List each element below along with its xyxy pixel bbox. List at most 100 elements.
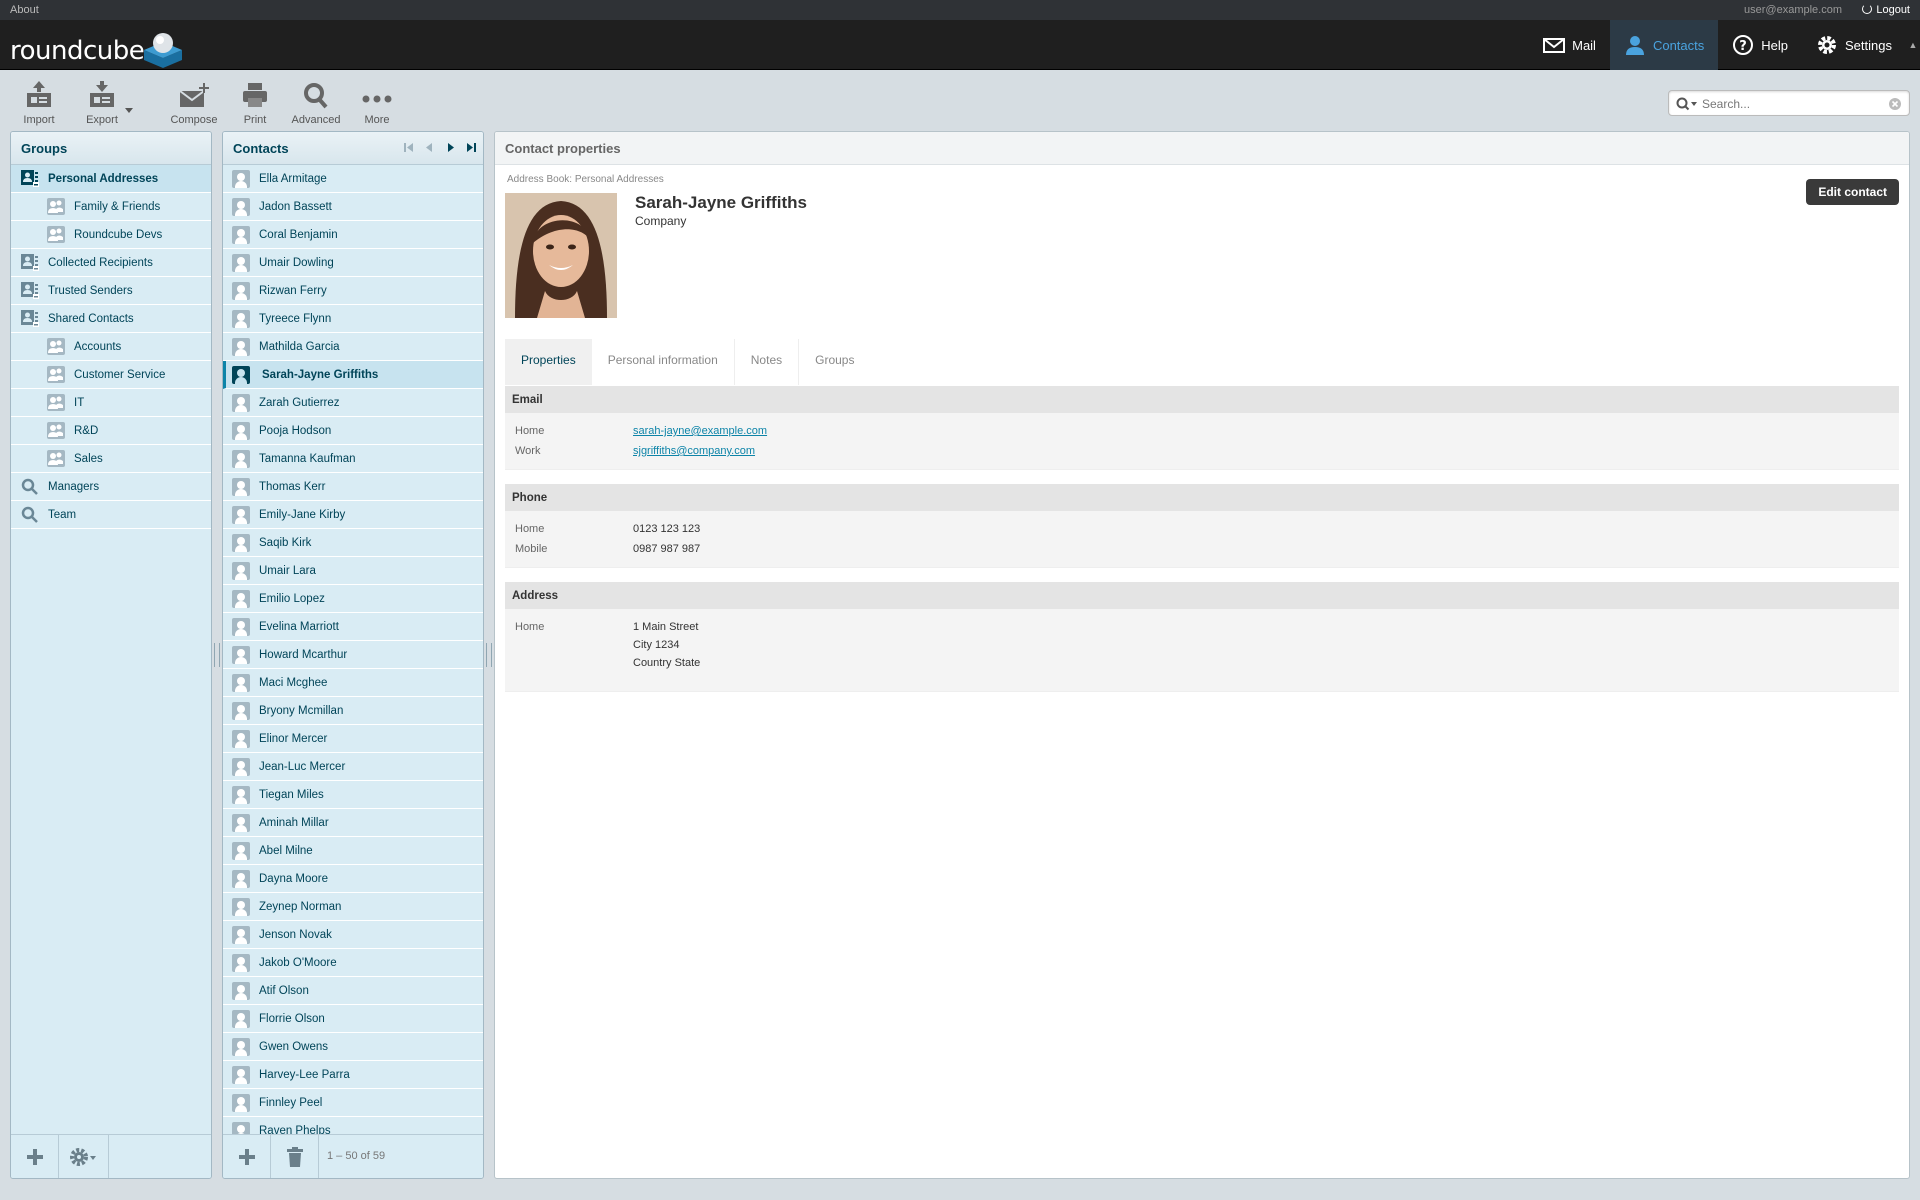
- help-icon: ?: [1733, 35, 1754, 55]
- contact-row[interactable]: Jadon Bassett: [223, 193, 483, 221]
- contact-row[interactable]: Abel Milne: [223, 837, 483, 865]
- address-line-2: City 1234: [633, 639, 680, 651]
- contact-row[interactable]: Tiegan Miles: [223, 781, 483, 809]
- add-group-button[interactable]: [11, 1135, 59, 1178]
- logout-label: Logout: [1876, 4, 1910, 16]
- group-item[interactable]: Customer Service: [11, 361, 211, 389]
- group-item[interactable]: R&D: [11, 417, 211, 445]
- logout-button[interactable]: Logout: [1862, 4, 1910, 16]
- contact-row[interactable]: Zeynep Norman: [223, 893, 483, 921]
- first-page-icon[interactable]: [403, 142, 414, 153]
- contact-name-label: Evelina Marriott: [259, 621, 339, 633]
- search-options-icon[interactable]: [1676, 97, 1698, 111]
- contact-row[interactable]: Howard Mcarthur: [223, 641, 483, 669]
- nav-contacts[interactable]: Contacts: [1609, 20, 1719, 70]
- contact-row[interactable]: Evelina Marriott: [223, 613, 483, 641]
- group-item[interactable]: Team: [11, 501, 211, 529]
- group-item[interactable]: Accounts: [11, 333, 211, 361]
- group-item[interactable]: Shared Contacts: [11, 305, 211, 333]
- more-button[interactable]: More: [352, 81, 402, 126]
- contact-row[interactable]: Gwen Owens: [223, 1033, 483, 1061]
- about-link[interactable]: About: [10, 4, 39, 16]
- contact-row[interactable]: Harvey-Lee Parra: [223, 1061, 483, 1089]
- compose-button[interactable]: Compose: [169, 81, 219, 126]
- last-page-icon[interactable]: [466, 142, 477, 153]
- contact-avatar-icon: [232, 814, 250, 832]
- contact-row[interactable]: Zarah Gutierrez: [223, 389, 483, 417]
- import-button[interactable]: Import: [14, 81, 64, 126]
- group-item-label: R&D: [74, 425, 99, 437]
- more-label: More: [364, 114, 390, 126]
- add-contact-button[interactable]: [223, 1135, 271, 1178]
- contact-row[interactable]: Sarah-Jayne Griffiths: [223, 361, 483, 389]
- contact-row[interactable]: Finnley Peel: [223, 1089, 483, 1117]
- contact-row[interactable]: Florrie Olson: [223, 1005, 483, 1033]
- more-dots-icon: [362, 95, 392, 103]
- group-item[interactable]: Sales: [11, 445, 211, 473]
- contact-row[interactable]: Jakob O'Moore: [223, 949, 483, 977]
- groups-list: Personal Addresses Family & Friends Roundc…: [11, 165, 211, 529]
- contact-row[interactable]: Umair Lara: [223, 557, 483, 585]
- nav-mail[interactable]: Mail: [1529, 20, 1610, 70]
- search-icon: [21, 478, 38, 495]
- contact-row[interactable]: Pooja Hodson: [223, 417, 483, 445]
- contact-row[interactable]: Elinor Mercer: [223, 725, 483, 753]
- contact-avatar-icon: [232, 1066, 250, 1084]
- edit-contact-button[interactable]: Edit contact: [1806, 179, 1899, 205]
- next-page-icon[interactable]: [445, 142, 456, 153]
- tab-personal-information[interactable]: Personal information: [592, 339, 735, 385]
- group-item[interactable]: Collected Recipients: [11, 249, 211, 277]
- advanced-search-button[interactable]: Advanced: [291, 81, 341, 126]
- group-item[interactable]: Personal Addresses: [11, 165, 211, 193]
- contact-row[interactable]: Emily-Jane Kirby: [223, 501, 483, 529]
- clear-search-icon[interactable]: [1888, 97, 1902, 111]
- contact-row[interactable]: Aminah Millar: [223, 809, 483, 837]
- search-input[interactable]: [1702, 95, 1882, 112]
- contact-photo: [505, 193, 617, 318]
- contacts-splitter[interactable]: [486, 643, 492, 667]
- group-item-label: Sales: [74, 453, 103, 465]
- user-email: user@example.com: [1744, 4, 1842, 16]
- contact-row[interactable]: Rizwan Ferry: [223, 277, 483, 305]
- import-icon: [27, 81, 51, 107]
- group-item[interactable]: IT: [11, 389, 211, 417]
- contact-row[interactable]: Atif Olson: [223, 977, 483, 1005]
- group-options-button[interactable]: [59, 1135, 109, 1178]
- prev-page-icon[interactable]: [424, 142, 435, 153]
- groups-splitter[interactable]: [214, 643, 220, 667]
- delete-contact-button[interactable]: [271, 1135, 319, 1178]
- contact-row[interactable]: Jean-Luc Mercer: [223, 753, 483, 781]
- nav-settings[interactable]: Settings: [1802, 20, 1906, 70]
- contact-row[interactable]: Ella Armitage: [223, 165, 483, 193]
- nav-help[interactable]: ? Help: [1718, 20, 1802, 70]
- group-item[interactable]: Roundcube Devs: [11, 221, 211, 249]
- contact-row[interactable]: Tamanna Kaufman: [223, 445, 483, 473]
- contact-row[interactable]: Thomas Kerr: [223, 473, 483, 501]
- tab-properties[interactable]: Properties: [505, 339, 592, 385]
- group-item[interactable]: Trusted Senders: [11, 277, 211, 305]
- contact-row[interactable]: Jenson Novak: [223, 921, 483, 949]
- tab-groups[interactable]: Groups: [799, 339, 870, 385]
- magnifier-icon: [304, 83, 328, 109]
- email-home-link[interactable]: sarah-jayne@example.com: [633, 425, 767, 437]
- print-button[interactable]: Print: [230, 81, 280, 126]
- compose-icon: [179, 83, 209, 107]
- contact-row[interactable]: Mathilda Garcia: [223, 333, 483, 361]
- tab-notes[interactable]: Notes: [735, 339, 800, 385]
- contact-row[interactable]: Coral Benjamin: [223, 221, 483, 249]
- contact-row[interactable]: Bryony Mcmillan: [223, 697, 483, 725]
- contact-row[interactable]: Maci Mcghee: [223, 669, 483, 697]
- group-item[interactable]: Managers: [11, 473, 211, 501]
- contact-row[interactable]: Emilio Lopez: [223, 585, 483, 613]
- contact-row[interactable]: Umair Dowling: [223, 249, 483, 277]
- contact-row[interactable]: Dayna Moore: [223, 865, 483, 893]
- group-item[interactable]: Family & Friends: [11, 193, 211, 221]
- collapse-header-button[interactable]: ▲: [1906, 20, 1920, 70]
- export-button[interactable]: Export: [77, 81, 133, 126]
- logo[interactable]: roundcube: [10, 26, 190, 68]
- email-work-link[interactable]: sjgriffiths@company.com: [633, 445, 755, 457]
- contact-row[interactable]: Tyreece Flynn: [223, 305, 483, 333]
- contact-row[interactable]: Saqib Kirk: [223, 529, 483, 557]
- export-dropdown-icon[interactable]: [125, 108, 133, 113]
- phone-home-label: Home: [515, 523, 545, 535]
